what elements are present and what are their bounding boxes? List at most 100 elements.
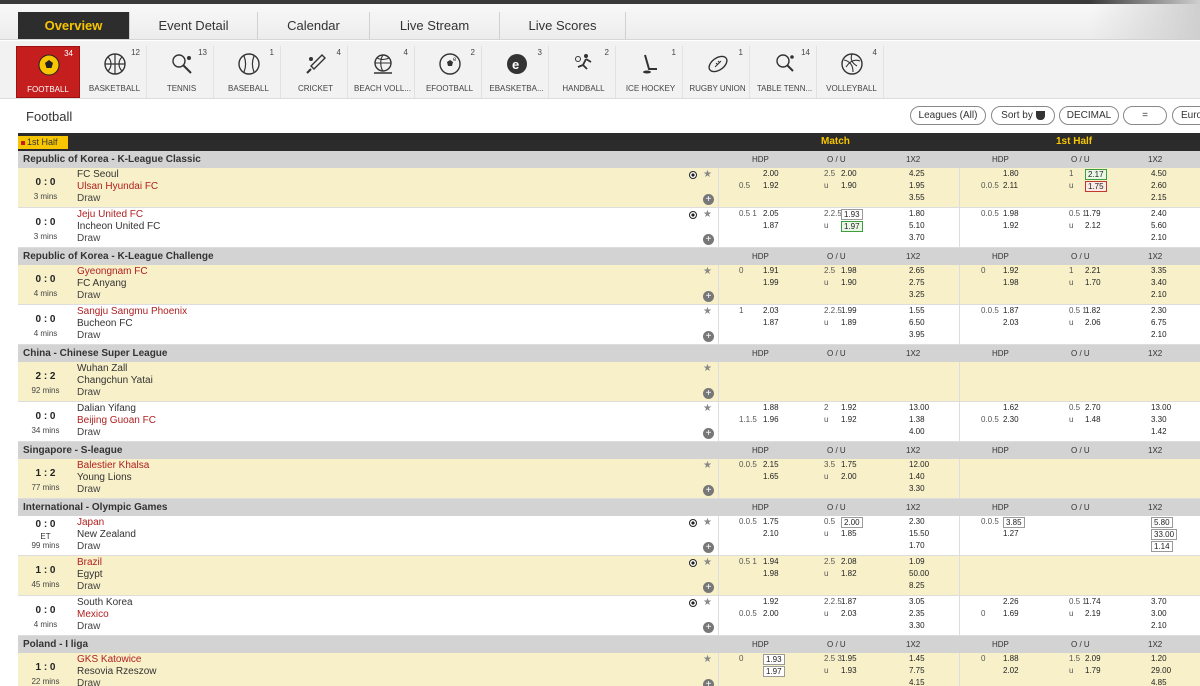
away-team[interactable]: Mexico — [77, 609, 109, 620]
sport-tab-efootball[interactable]: e 2 EFOOTBALL — [418, 46, 482, 98]
odds-value[interactable]: 13.00 — [1151, 403, 1171, 412]
odds-value[interactable]: 3.40 — [1151, 278, 1167, 287]
favorite-star-icon[interactable]: ★ — [703, 654, 712, 665]
odds-value[interactable]: 1.90 — [841, 181, 857, 190]
home-team[interactable]: Sangju Sangmu Phoenix — [77, 306, 187, 317]
odds-value[interactable]: 1.70 — [909, 541, 925, 550]
away-team[interactable]: Young Lions — [77, 472, 132, 483]
away-team[interactable]: Incheon United FC — [77, 221, 160, 232]
odds-value[interactable]: 2.00 — [841, 517, 863, 528]
odds-value[interactable]: 1.55 — [909, 306, 925, 315]
odds-value[interactable]: 1.82 — [841, 569, 857, 578]
more-bets-icon[interactable]: + — [703, 485, 714, 496]
odds-value[interactable]: 1.75 — [763, 517, 779, 526]
odds-value[interactable]: 1.95 — [909, 181, 925, 190]
match-row[interactable]: 1 : 0 22 mins GKS Katowice Resovia Rzeszow D… — [18, 653, 1200, 686]
odds-value[interactable]: 1.75 — [1085, 181, 1107, 192]
odds-value[interactable]: 1.88 — [763, 403, 779, 412]
odds-value[interactable]: 2.30 — [909, 517, 925, 526]
odds-value[interactable]: 1.80 — [1003, 169, 1019, 178]
match-row[interactable]: 0 : 0 34 mins Dalian Yifang Beijing Guoan F… — [18, 402, 1200, 442]
odds-value[interactable]: 2.00 — [841, 472, 857, 481]
odds-value[interactable]: 1.80 — [909, 209, 925, 218]
home-team[interactable]: Dalian Yifang — [77, 403, 136, 414]
odds-value[interactable]: 3.70 — [1151, 597, 1167, 606]
odds-value[interactable]: 12.00 — [909, 460, 929, 469]
home-team[interactable]: Gyeongnam FC — [77, 266, 148, 277]
odds-value[interactable]: 1.98 — [763, 569, 779, 578]
odds-value[interactable]: 1.87 — [1003, 306, 1019, 315]
odds-value[interactable]: 2.21 — [1085, 266, 1101, 275]
home-team[interactable]: FC Seoul — [77, 169, 119, 180]
more-bets-icon[interactable]: + — [703, 679, 714, 686]
sport-tab-rugby[interactable]: 1 RUGBY UNION — [686, 46, 750, 98]
home-team[interactable]: Wuhan Zall — [77, 363, 127, 374]
odds-value[interactable]: 2.05 — [763, 209, 779, 218]
favorite-star-icon[interactable]: ★ — [703, 403, 712, 414]
odds-value[interactable]: 2.35 — [909, 609, 925, 618]
odds-value[interactable]: 2.15 — [1151, 193, 1167, 202]
favorite-star-icon[interactable]: ★ — [703, 557, 712, 568]
away-team[interactable]: FC Anyang — [77, 278, 126, 289]
odds-value[interactable]: 1.89 — [841, 318, 857, 327]
odds-value[interactable]: 1.09 — [909, 557, 925, 566]
odds-value[interactable]: 1.87 — [763, 221, 779, 230]
sport-tab-cricket[interactable]: 4 CRICKET — [284, 46, 348, 98]
odds-value[interactable]: 1.69 — [1003, 609, 1019, 618]
sport-tab-volleyball[interactable]: 4 VOLLEYBALL — [820, 46, 884, 98]
odds-value[interactable]: 1.92 — [763, 597, 779, 606]
favorite-star-icon[interactable]: ★ — [703, 460, 712, 471]
odds-value[interactable]: 1.93 — [763, 654, 785, 665]
odds-value[interactable]: 13.00 — [909, 403, 929, 412]
odds-value[interactable]: 1.87 — [763, 318, 779, 327]
favorite-star-icon[interactable]: ★ — [703, 266, 712, 277]
odds-value[interactable]: 1.92 — [841, 403, 857, 412]
odds-value[interactable]: 4.00 — [909, 427, 925, 436]
odds-value[interactable]: 1.92 — [1003, 266, 1019, 275]
live-stream-icon[interactable] — [689, 559, 697, 567]
away-team[interactable]: Changchun Yatai — [77, 375, 153, 386]
odds-value[interactable]: 1.90 — [841, 278, 857, 287]
odds-value[interactable]: 1.94 — [763, 557, 779, 566]
home-team[interactable]: Balestier Khalsa — [77, 460, 149, 471]
odds-value[interactable]: 2.26 — [1003, 597, 1019, 606]
odds-value[interactable]: 2.03 — [763, 306, 779, 315]
odds-value[interactable]: 2.10 — [1151, 290, 1167, 299]
odds-value[interactable]: 3.55 — [909, 193, 925, 202]
first-half-toggle[interactable]: 1st Half — [18, 136, 68, 149]
odds-value[interactable]: 1.92 — [763, 181, 779, 190]
more-bets-icon[interactable]: + — [703, 291, 714, 302]
tab-live-stream[interactable]: Live Stream — [370, 12, 500, 39]
home-team[interactable]: South Korea — [77, 597, 133, 608]
odds-value[interactable]: 3.05 — [909, 597, 925, 606]
odds-value[interactable]: 2.60 — [1151, 181, 1167, 190]
more-bets-icon[interactable]: + — [703, 234, 714, 245]
odds-value[interactable]: 2.10 — [763, 529, 779, 538]
odds-value[interactable]: 2.19 — [1085, 609, 1101, 618]
odds-value[interactable]: 1.40 — [909, 472, 925, 481]
sport-tab-ice-hockey[interactable]: 1 ICE HOCKEY — [619, 46, 683, 98]
sport-tab-tennis[interactable]: 13 TENNIS — [150, 46, 214, 98]
odds-value[interactable]: 1.87 — [841, 597, 857, 606]
more-bets-icon[interactable]: + — [703, 388, 714, 399]
odds-value[interactable]: 2.17 — [1085, 169, 1107, 180]
odds-value[interactable]: 5.60 — [1151, 221, 1167, 230]
odds-value[interactable]: 2.30 — [1151, 306, 1167, 315]
home-team[interactable]: Japan — [77, 517, 104, 528]
odds-value[interactable]: 1.27 — [1003, 529, 1019, 538]
more-bets-icon[interactable]: + — [703, 194, 714, 205]
odds-value[interactable]: 1.75 — [841, 460, 857, 469]
sport-tab-handball[interactable]: 2 HANDBALL — [552, 46, 616, 98]
odds-type-select[interactable]: Euro — [1172, 106, 1200, 125]
odds-value[interactable]: 1.65 — [763, 472, 779, 481]
sort-by-button[interactable]: Sort by — [991, 106, 1055, 125]
sport-tab-ebasketball[interactable]: e 3 EBASKETBA... — [485, 46, 549, 98]
home-team[interactable]: Brazil — [77, 557, 102, 568]
odds-value[interactable]: 2.03 — [1003, 318, 1019, 327]
live-stream-icon[interactable] — [689, 599, 697, 607]
sport-tab-table-tennis[interactable]: 14 TABLE TENN... — [753, 46, 817, 98]
odds-value[interactable]: 3.30 — [909, 621, 925, 630]
odds-value[interactable]: 1.88 — [1003, 654, 1019, 663]
more-bets-icon[interactable]: + — [703, 622, 714, 633]
match-row[interactable]: 0 : 0 3 mins FC Seoul Ulsan Hyundai FC Draw ★… — [18, 168, 1200, 208]
